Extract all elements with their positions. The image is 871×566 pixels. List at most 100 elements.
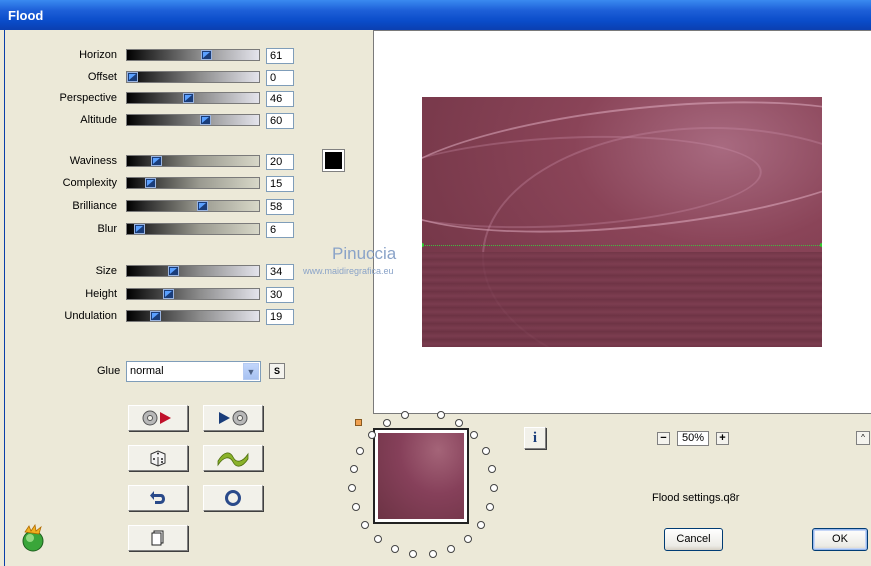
value-input-height[interactable]: 30 (266, 287, 294, 303)
copy-button[interactable] (128, 525, 188, 551)
glue-label: Glue (97, 365, 121, 377)
horizon-handle-left[interactable] (422, 243, 424, 247)
ring-dot[interactable] (486, 503, 495, 512)
navigator-thumbnail[interactable] (373, 428, 469, 524)
glue-value: normal (130, 365, 164, 377)
slider-row-size: Size 34 (5, 264, 305, 280)
plugin-logo-icon (22, 524, 44, 552)
undo-button[interactable] (128, 485, 188, 511)
value-input-size[interactable]: 34 (266, 264, 294, 280)
ring-dot[interactable] (447, 545, 456, 554)
chevron-down-icon[interactable]: ▼ (243, 363, 259, 380)
ring-dot[interactable] (367, 431, 376, 440)
glue-s-button[interactable]: S (269, 363, 285, 379)
slider-undulation[interactable] (126, 310, 260, 322)
slider-thumb-waviness[interactable] (151, 156, 162, 166)
value-input-altitude[interactable]: 60 (266, 113, 294, 129)
undo-icon (150, 491, 165, 504)
wave-button[interactable] (203, 445, 263, 471)
ring-dot[interactable] (400, 411, 409, 420)
ring-dot[interactable] (481, 446, 490, 455)
reset-button[interactable] (203, 485, 263, 511)
settings-file-name: Flood settings.q8r (652, 492, 740, 504)
slider-thumb-blur[interactable] (134, 224, 145, 234)
randomize-button[interactable] (128, 445, 188, 471)
slider-thumb-brilliance[interactable] (197, 201, 208, 211)
document-icon (151, 530, 164, 546)
ring-dot[interactable] (488, 465, 497, 474)
water-reflection (422, 252, 822, 347)
zoom-in-button[interactable]: + (716, 432, 729, 445)
slider-thumb-size[interactable] (168, 266, 179, 276)
slider-size[interactable] (126, 265, 260, 277)
collapse-button[interactable]: ^ (856, 431, 870, 445)
ring-dot[interactable] (463, 534, 472, 543)
slider-row-perspective: Perspective 46 (5, 91, 305, 107)
value-input-undulation[interactable]: 19 (266, 309, 294, 325)
slider-thumb-complexity[interactable] (145, 178, 156, 188)
ring-dot[interactable] (455, 418, 464, 427)
zoom-out-button[interactable]: − (657, 432, 670, 445)
value-input-blur[interactable]: 6 (266, 222, 294, 238)
slider-waviness[interactable] (126, 155, 260, 167)
value-input-horizon[interactable]: 61 (266, 48, 294, 64)
ring-dot[interactable] (477, 520, 486, 529)
ring-dot[interactable] (351, 503, 360, 512)
slider-label-complexity: Complexity (62, 177, 117, 189)
info-button[interactable]: i (524, 427, 546, 449)
ring-dot[interactable] (349, 465, 358, 474)
slider-row-brilliance: Brilliance 58 (5, 199, 305, 215)
slider-label-horizon: Horizon (79, 49, 117, 61)
load-preset-button[interactable] (128, 405, 188, 431)
arrow-disc-icon (219, 410, 248, 426)
slider-blur[interactable] (126, 223, 260, 235)
ring-dot[interactable] (437, 411, 446, 420)
slider-thumb-altitude[interactable] (200, 115, 211, 125)
navigator-marker[interactable] (355, 419, 362, 426)
slider-row-undulation: Undulation 19 (5, 309, 305, 325)
slider-horizon[interactable] (126, 49, 260, 61)
preview-pane[interactable] (373, 30, 871, 414)
ring-dot[interactable] (382, 418, 391, 427)
slider-thumb-horizon[interactable] (201, 50, 212, 60)
slider-row-blur: Blur 6 (5, 222, 305, 238)
value-input-perspective[interactable]: 46 (266, 91, 294, 107)
slider-complexity[interactable] (126, 177, 260, 189)
slider-height[interactable] (126, 288, 260, 300)
value-input-brilliance[interactable]: 58 (266, 199, 294, 215)
slider-label-waviness: Waviness (69, 155, 117, 167)
cancel-button[interactable]: Cancel (664, 528, 723, 551)
slider-thumb-perspective[interactable] (183, 93, 194, 103)
ring-dot[interactable] (356, 446, 365, 455)
slider-offset[interactable] (126, 71, 260, 83)
glue-select[interactable]: normal ▼ (126, 361, 261, 382)
slider-thumb-height[interactable] (163, 289, 174, 299)
color-well[interactable] (322, 149, 345, 172)
slider-row-complexity: Complexity 15 (5, 176, 305, 192)
value-input-complexity[interactable]: 15 (266, 176, 294, 192)
ring-dot[interactable] (374, 534, 383, 543)
title-bar: Flood (0, 0, 871, 30)
ring-dot[interactable] (428, 550, 437, 559)
ok-button[interactable]: OK (812, 528, 868, 551)
slider-altitude[interactable] (126, 114, 260, 126)
horizon-handle-right[interactable] (820, 243, 822, 247)
ring-dot[interactable] (390, 545, 399, 554)
slider-perspective[interactable] (126, 92, 260, 104)
slider-brilliance[interactable] (126, 200, 260, 212)
slider-label-altitude: Altitude (80, 114, 117, 126)
value-input-offset[interactable]: 0 (266, 70, 294, 86)
value-input-waviness[interactable]: 20 (266, 154, 294, 170)
dialog-client: Horizon 61 Offset 0 Perspective 46 Altitude 60 W… (4, 30, 871, 566)
ring-dot[interactable] (348, 484, 357, 493)
ring-dot[interactable] (409, 550, 418, 559)
ring-dot[interactable] (470, 431, 479, 440)
horizon-line[interactable] (422, 245, 822, 246)
slider-thumb-offset[interactable] (127, 72, 138, 82)
ring-dot[interactable] (489, 484, 498, 493)
save-preset-button[interactable] (203, 405, 263, 431)
slider-row-height: Height 30 (5, 287, 305, 303)
slider-thumb-undulation[interactable] (150, 311, 161, 321)
navigator-image (378, 433, 464, 519)
ring-dot[interactable] (360, 520, 369, 529)
